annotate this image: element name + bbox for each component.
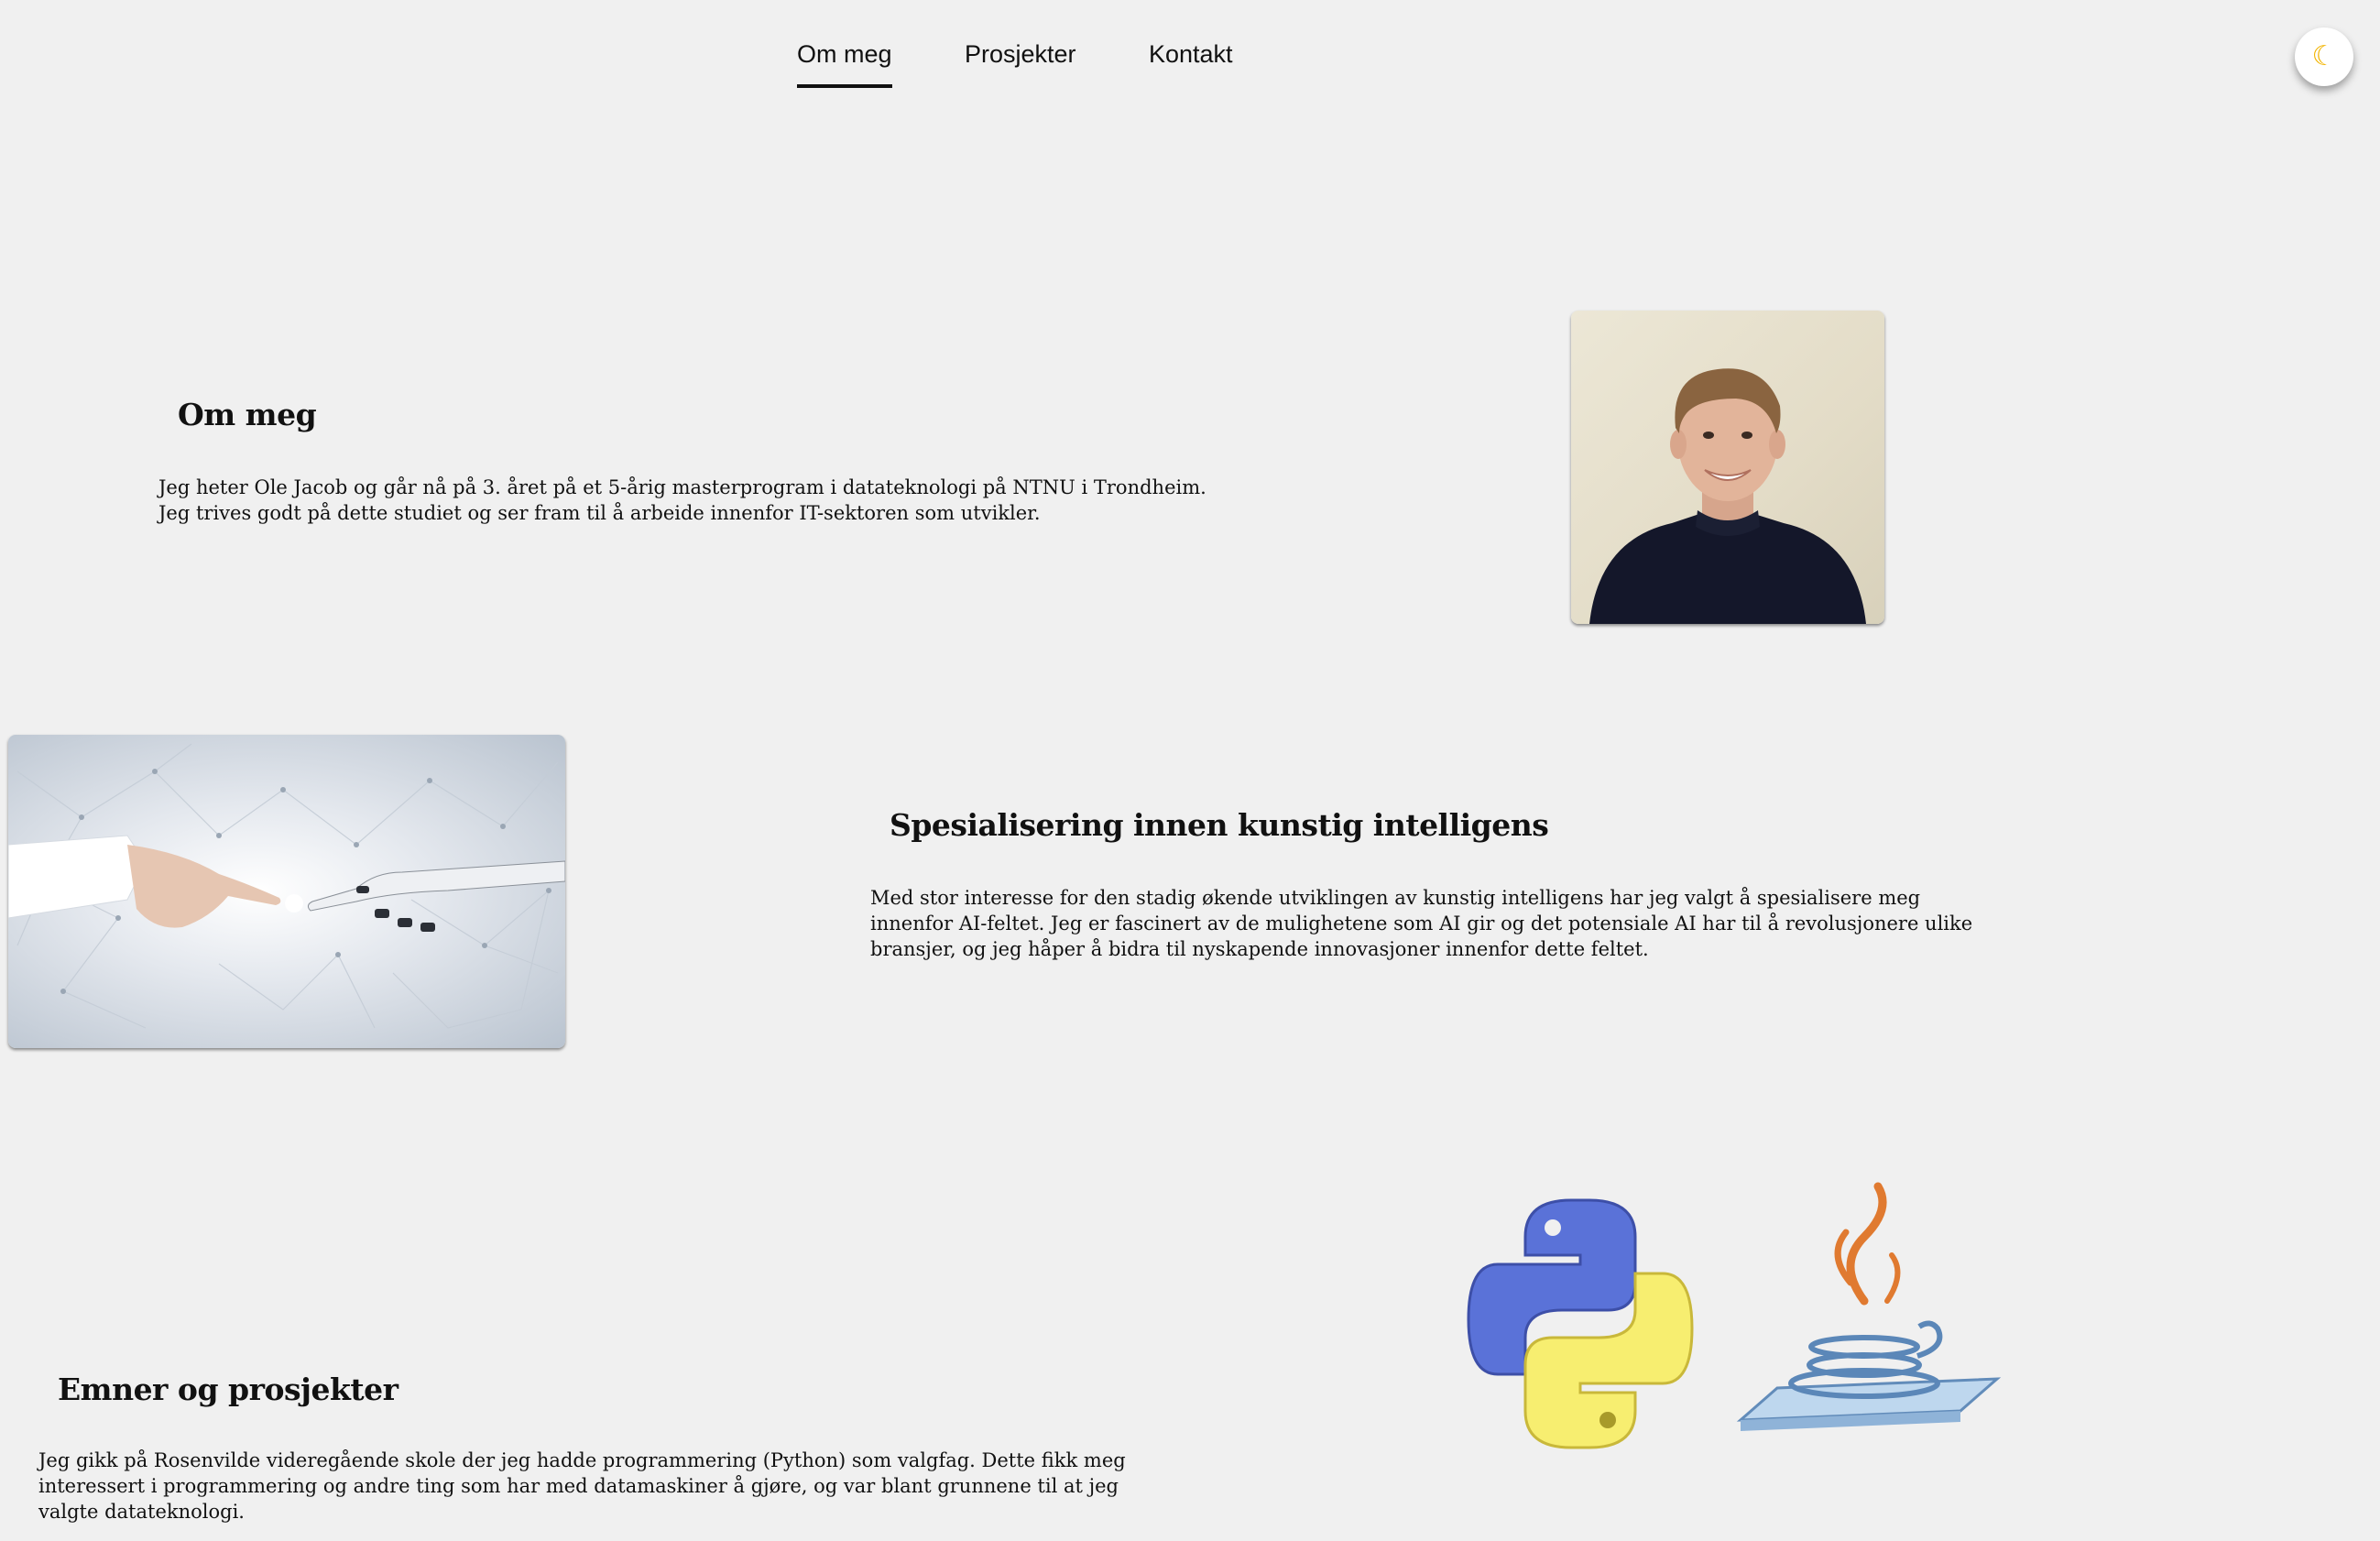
moon-icon: ☾ (2311, 40, 2337, 72)
java-logo-icon (1736, 1182, 2002, 1431)
ai-text: Med stor interesse for den stadig økende… (870, 887, 1973, 960)
language-logos (1461, 1182, 2002, 1466)
projects-heading: Emner og prosjekter (58, 1372, 398, 1407)
profile-photo-illustration (1589, 368, 1866, 624)
python-java-logos (1467, 1182, 2002, 1449)
projects-text: Jeg gikk på Rosenvilde videregående skol… (38, 1449, 1126, 1523)
nav-link-prosjekter[interactable]: Prosjekter (965, 40, 1076, 84)
python-logo-icon (1467, 1198, 1694, 1449)
nav-link-kontakt[interactable]: Kontakt (1149, 40, 1233, 84)
top-navigation: Om meg Prosjekter Kontakt ☾ (0, 0, 2380, 101)
ai-hands-image (8, 735, 565, 1048)
about-heading: Om meg (178, 397, 317, 432)
profile-photo (1571, 311, 1884, 624)
theme-toggle-button[interactable]: ☾ (2295, 27, 2353, 86)
ai-heading: Spesialisering innen kunstig intelligens (890, 807, 1549, 843)
ai-hands-illustration (8, 743, 565, 1029)
nav-link-om-meg[interactable]: Om meg (797, 40, 892, 88)
about-text: Jeg heter Ole Jacob og går nå på 3. året… (158, 476, 1206, 524)
